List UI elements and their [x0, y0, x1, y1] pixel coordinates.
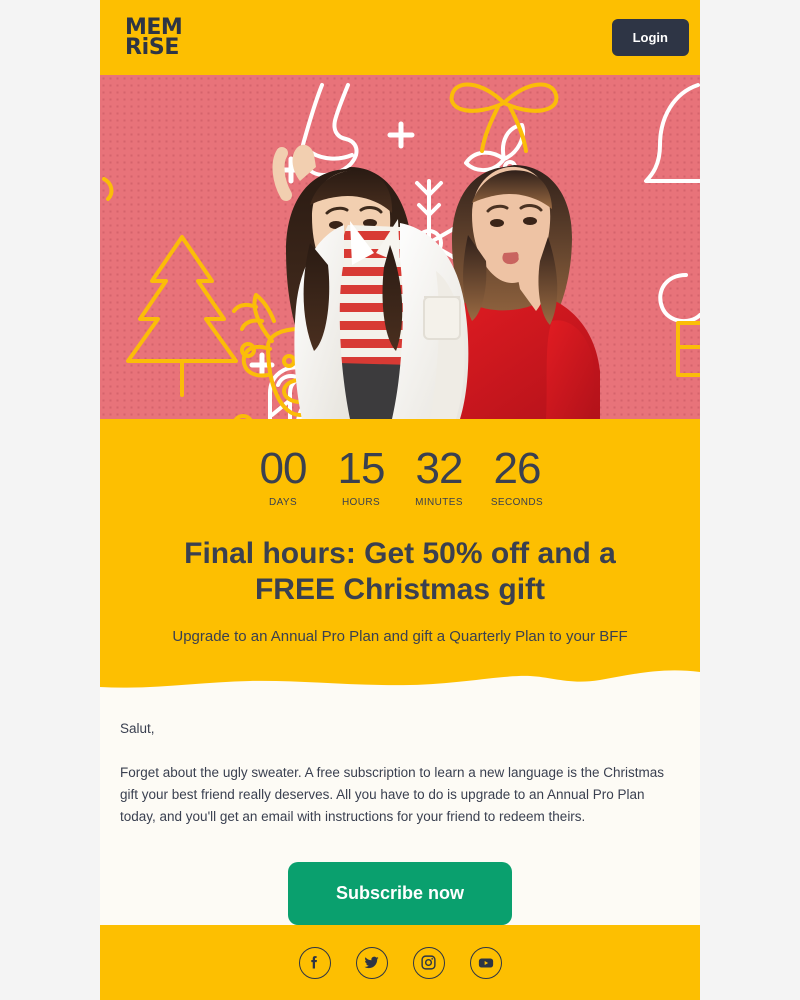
facebook-icon[interactable]	[298, 946, 331, 979]
countdown-hours-label: HOURS	[341, 497, 381, 508]
countdown-timer: 00 DAYS 15 HOURS 32 MINUTES 26 SECONDS	[100, 444, 700, 509]
youtube-icon[interactable]	[469, 946, 502, 979]
woman-white-shirt	[272, 144, 469, 419]
email-body: Salut, Forget about the ugly sweater. A …	[100, 697, 700, 925]
body-paragraph: Forget about the ugly sweater. A free su…	[120, 765, 665, 824]
countdown-unit-minutes: 32 MINUTES	[400, 444, 478, 509]
login-button[interactable]: Login	[611, 19, 689, 56]
instagram-icon[interactable]	[412, 946, 445, 979]
memrise-logo[interactable]: MEM RiSE	[125, 16, 183, 60]
countdown-unit-hours: 15 HOURS	[322, 444, 400, 509]
countdown-minutes-value: 32	[415, 444, 464, 493]
countdown-hours-value: 15	[337, 444, 386, 493]
promo-headline: Final hours: Get 50% off and a FREE Chri…	[184, 537, 616, 606]
email-header: MEM RiSE Login	[100, 0, 700, 75]
countdown-minutes-label: MINUTES	[415, 497, 463, 508]
subscribe-now-button[interactable]: Subscribe now	[287, 861, 513, 925]
logo-line-2: RiSE	[125, 34, 180, 60]
countdown-unit-days: 00 DAYS	[244, 444, 322, 509]
wavy-divider	[100, 663, 700, 697]
email-footer	[100, 925, 700, 1000]
countdown-seconds-label: SECONDS	[490, 497, 544, 508]
hero-photo-people	[272, 144, 600, 419]
greeting-text: Salut,	[120, 721, 155, 736]
email-container: MEM RiSE Login 00 DAYS 15 HOURS 32 MINUT…	[100, 0, 700, 1000]
cta-container: Subscribe now	[120, 861, 680, 925]
countdown-unit-seconds: 26 SECONDS	[478, 444, 556, 509]
countdown-seconds-value: 26	[493, 444, 542, 493]
promo-section: 00 DAYS 15 HOURS 32 MINUTES 26 SECONDS F…	[100, 419, 700, 697]
twitter-icon[interactable]	[355, 946, 388, 979]
countdown-days-label: DAYS	[268, 497, 298, 508]
promo-subheadline: Upgrade to an Annual Pro Plan and gift a…	[172, 628, 628, 645]
countdown-days-value: 00	[259, 444, 308, 493]
hero-image	[100, 75, 700, 419]
